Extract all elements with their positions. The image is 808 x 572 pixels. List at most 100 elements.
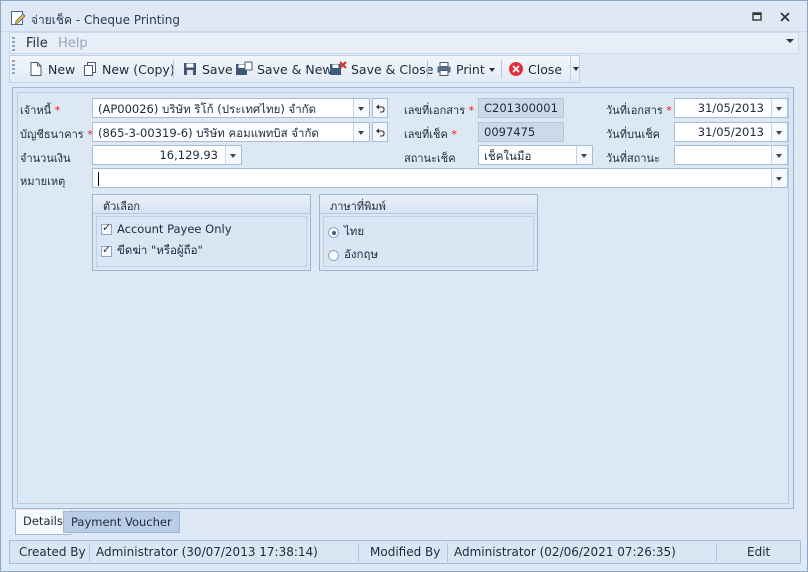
print-button[interactable]: Print [432, 56, 499, 82]
save-icon [184, 63, 196, 75]
cheque-date-label: วันที่บนเช็ค [606, 128, 661, 141]
modified-by-label: Modified By [370, 545, 441, 559]
checkbox-checked-icon [101, 243, 112, 257]
strike-bearer-label: ขีดฆ่า "หรือผู้ถือ" [117, 243, 203, 257]
creditor-dropdown-chevron-icon[interactable] [353, 99, 369, 117]
save-close-button-label: Save & Close [351, 61, 434, 77]
save-button[interactable]: Save [178, 56, 237, 82]
remark-field[interactable] [92, 168, 788, 188]
cheque-status-dropdown-chevron-icon[interactable] [576, 146, 592, 164]
options-group: ตัวเลือก Account Payee Only ขีดฆ่า "หรือ… [92, 194, 311, 271]
bank-account-reset-button[interactable] [372, 122, 388, 142]
status-date-dropdown-chevron-icon[interactable] [771, 146, 787, 164]
text-cursor [98, 171, 99, 186]
language-english-radio[interactable]: อังกฤษ [328, 246, 378, 264]
new-copy-button[interactable]: New (Copy) [78, 56, 179, 82]
status-separator [716, 543, 717, 562]
status-date-label: วันที่สถานะ [606, 152, 660, 165]
status-separator [358, 543, 359, 562]
toolbar-grip[interactable] [12, 60, 15, 74]
cheque-date-dropdown-chevron-icon[interactable] [771, 123, 787, 141]
options-group-title: ตัวเลือก [93, 195, 310, 214]
cheque-status-value: เช็คในมือ [484, 149, 532, 163]
status-separator [89, 543, 90, 562]
cheque-status-field[interactable]: เช็คในมือ [478, 145, 593, 165]
menu-grip[interactable] [12, 37, 15, 51]
print-language-group-body: ไทย อังกฤษ [323, 216, 534, 267]
creditor-reset-button[interactable] [372, 98, 388, 118]
details-form: เจ้าหนี้ * (AP00026) บริษัท ริโก้ (ประเท… [17, 92, 789, 504]
cheque-status-label: สถานะเช็ค [404, 152, 456, 165]
tab-payment-voucher[interactable]: Payment Voucher [63, 511, 180, 533]
menu-options-chevron-icon[interactable] [786, 39, 794, 43]
window-title: จ่ายเช็ค - Cheque Printing [31, 13, 180, 27]
menu-help[interactable]: Help [58, 36, 88, 51]
save-new-button-label: Save & New [257, 61, 333, 77]
bank-account-dropdown-chevron-icon[interactable] [353, 123, 369, 141]
toolbar-separator [427, 60, 428, 78]
title-bar: จ่ายเช็ค - Cheque Printing [1, 1, 807, 32]
close-button-label: Close [528, 61, 563, 77]
doc-no-value: C201300001 [484, 101, 558, 115]
remark-dropdown-chevron-icon[interactable] [771, 169, 787, 187]
account-payee-only-label: Account Payee Only [117, 222, 232, 236]
strike-bearer-checkbox[interactable]: ขีดฆ่า "หรือผู้ถือ" [101, 242, 203, 260]
toolbar-overflow-chevron-icon[interactable] [570, 56, 581, 82]
creditor-field[interactable]: (AP00026) บริษัท ริโก้ (ประเทศไทย) จำกัด [92, 98, 370, 118]
amount-calculator-chevron-icon[interactable] [225, 146, 241, 164]
printer-icon [437, 62, 451, 76]
menu-file[interactable]: File [26, 36, 48, 51]
creditor-value: (AP00026) บริษัท ริโก้ (ประเทศไทย) จำกัด [98, 102, 317, 116]
amount-value: 16,129.93 [159, 148, 218, 162]
cheque-no-label: เลขที่เช็ค * [404, 128, 457, 141]
cheque-no-value: 0097475 [484, 125, 536, 139]
language-thai-label: ไทย [344, 224, 365, 238]
print-language-group-title: ภาษาที่พิมพ์ [320, 195, 537, 214]
status-date-field[interactable] [674, 145, 788, 165]
doc-date-dropdown-chevron-icon[interactable] [771, 99, 787, 117]
save-new-button[interactable]: Save & New [231, 56, 337, 82]
new-document-icon [30, 62, 42, 76]
creditor-label: เจ้าหนี้ * [20, 104, 61, 117]
undo-icon [376, 104, 385, 113]
toolbar: New New (Copy) Save Save & New Save & Cl… [9, 55, 580, 83]
menu-bar: File Help [9, 32, 799, 54]
cheque-printing-window: จ่ายเช็ค - Cheque Printing File Help New [0, 0, 808, 572]
save-new-icon [236, 61, 253, 75]
close-button[interactable]: Close [504, 56, 566, 82]
created-by-label: Created By [19, 545, 86, 559]
bank-account-label: บัญชีธนาคาร * [20, 128, 93, 141]
save-close-icon [330, 61, 347, 75]
checkbox-checked-icon [101, 221, 112, 235]
edit-mode-indicator: Edit [747, 545, 771, 559]
cheque-date-field[interactable]: 31/05/2013 [674, 122, 788, 142]
toolbar-separator [501, 60, 502, 78]
doc-date-field[interactable]: 31/05/2013 [674, 98, 788, 118]
new-copy-button-label: New (Copy) [102, 61, 175, 77]
radio-selected-icon [328, 226, 339, 238]
print-button-label: Print [456, 61, 485, 77]
new-button[interactable]: New [24, 56, 79, 82]
close-icon[interactable] [777, 9, 793, 25]
language-thai-radio[interactable]: ไทย [328, 223, 364, 241]
print-language-group: ภาษาที่พิมพ์ ไทย อังกฤษ [319, 194, 538, 271]
restore-icon[interactable] [749, 9, 765, 25]
close-circle-icon [509, 62, 523, 76]
toolbar-separator [173, 60, 174, 78]
undo-icon [376, 128, 385, 137]
bank-account-field[interactable]: (865-3-00319-6) บริษัท คอมแพทบิส จำกัด [92, 122, 370, 142]
amount-field[interactable]: 16,129.93 [92, 145, 242, 165]
status-separator [447, 543, 448, 562]
save-button-label: Save [202, 61, 233, 77]
copy-icon [84, 62, 96, 76]
account-payee-only-checkbox[interactable]: Account Payee Only [101, 221, 232, 236]
new-button-label: New [48, 61, 76, 77]
remark-label: หมายเหตุ [20, 175, 66, 188]
options-group-body: Account Payee Only ขีดฆ่า "หรือผู้ถือ" [96, 216, 307, 267]
doc-no-field: C201300001 [478, 98, 564, 118]
doc-date-value: 31/05/2013 [697, 101, 764, 115]
save-close-button[interactable]: Save & Close [325, 56, 437, 82]
amount-label: จำนวนเงิน [20, 152, 71, 165]
cheque-no-field: 0097475 [478, 122, 564, 142]
edit-document-icon [11, 11, 26, 25]
